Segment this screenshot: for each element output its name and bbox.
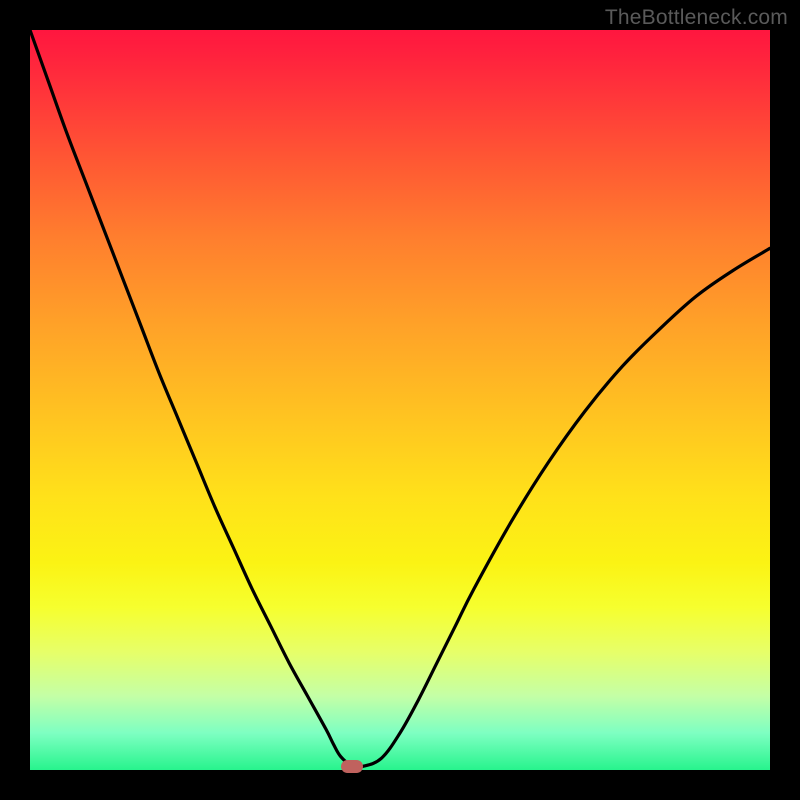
minimum-marker xyxy=(341,760,363,773)
chart-frame: TheBottleneck.com xyxy=(0,0,800,800)
watermark-text: TheBottleneck.com xyxy=(605,6,788,30)
curve-svg xyxy=(30,30,770,770)
plot-area xyxy=(30,30,770,770)
bottleneck-curve xyxy=(30,30,770,767)
